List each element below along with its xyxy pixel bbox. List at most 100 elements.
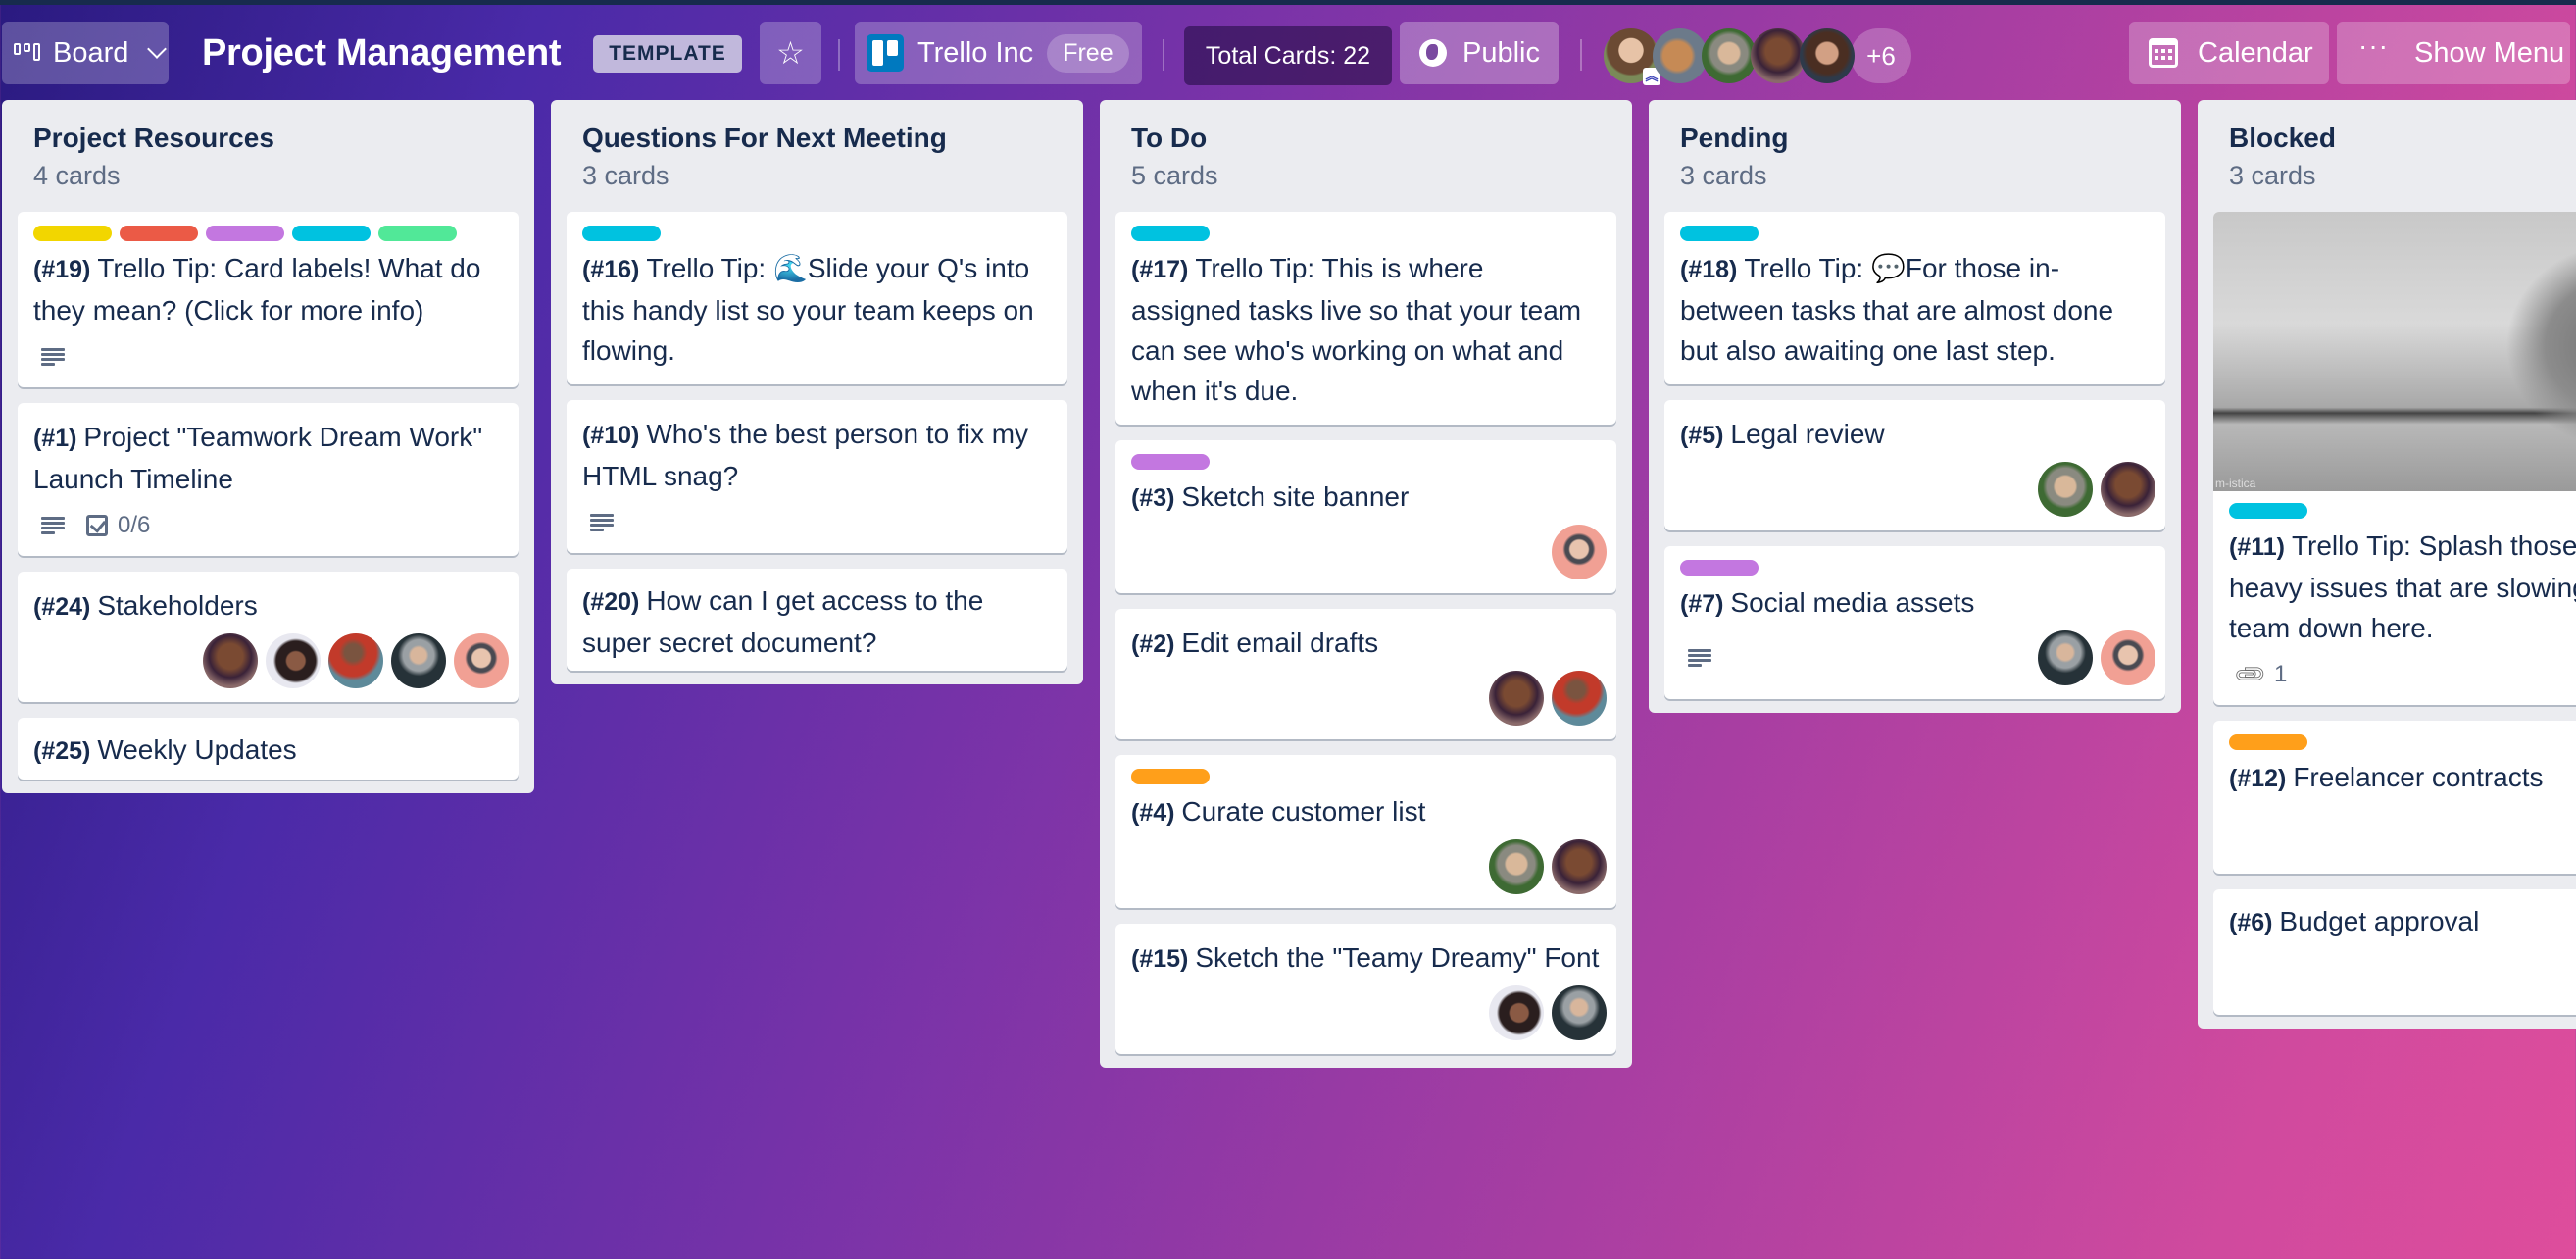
card-label[interactable] [2229,503,2307,519]
member-avatar-woman[interactable] [1489,839,1544,894]
member-avatar-man1[interactable] [1751,28,1806,83]
card[interactable]: (#19) Trello Tip: Card labels! What do t… [18,212,519,387]
list-project-resources: Project Resources 4 cards (#19) Trello Tip… [2,100,534,793]
card-list: m-istica (#11) Trello Tip: Splash those r… [2213,212,2576,1015]
card-title: (#2) Edit email drafts [1131,623,1601,665]
list-header[interactable]: To Do 5 cards [1115,100,1616,212]
card[interactable]: (#18) Trello Tip: 💬For those in-between … [1664,212,2165,384]
list-card-count: 3 cards [2229,161,2316,190]
divider [1163,39,1164,71]
card-badges [1680,641,1711,675]
card[interactable]: (#6) Budget approval [2213,889,2576,1015]
member-avatar-girl[interactable]: ︽ [1604,28,1660,85]
member-avatar-pink[interactable] [454,633,509,688]
calendar-button[interactable]: Calendar [2129,22,2329,84]
member-avatar-jacket[interactable] [391,633,446,688]
star-button[interactable]: ☆ [760,22,821,84]
card-title: (#3) Sketch site banner [1131,477,1601,519]
member-avatar-man1[interactable] [2101,462,2155,517]
card-label[interactable] [1680,560,1759,576]
card-labels [2229,503,2576,520]
card-label[interactable] [378,226,457,241]
list-title[interactable]: To Do [1131,120,1601,157]
member-avatar-man1[interactable] [203,633,258,688]
card[interactable]: (#15) Sketch the "Teamy Dreamy" Font [1115,924,1616,1054]
card-label[interactable] [33,226,112,241]
card-title-text: Sketch the "Teamy Dreamy" Font [1195,942,1600,973]
list-header[interactable]: Questions For Next Meeting 3 cards [567,100,1067,212]
card-title-text: Sketch site banner [1181,481,1410,512]
card-labels [1680,226,2150,242]
card-labels [1131,454,1601,471]
member-avatar-woman[interactable] [1702,28,1757,83]
list-header[interactable]: Pending 3 cards [1664,100,2165,212]
more-members-button[interactable]: +6 [1851,28,1911,83]
card-label[interactable] [1680,226,1759,241]
member-avatar-pink[interactable] [1552,525,1607,579]
card-label[interactable] [1131,769,1210,784]
view-switcher-button[interactable]: Board [2,22,169,84]
card[interactable]: (#16) Trello Tip: 🌊Slide your Q's into t… [567,212,1067,384]
card-labels [2229,734,2576,751]
card-label[interactable] [120,226,198,241]
card[interactable]: (#20) How can I get access to the super … [567,569,1067,671]
card[interactable]: (#17) Trello Tip: This is where assigned… [1115,212,1616,425]
card-number: (#10) [582,422,647,449]
list-title[interactable]: Pending [1680,120,2150,157]
card-title: (#16) Trello Tip: 🌊Slide your Q's into t… [582,248,1052,371]
card-number: (#4) [1131,799,1182,827]
list-title[interactable]: Project Resources [33,120,503,157]
member-avatar-woman[interactable] [2038,462,2093,517]
card[interactable]: (#10) Who's the best person to fix my HT… [567,400,1067,553]
visibility-button[interactable]: Public [1400,22,1559,84]
card-title-text: Trello Tip: This is where assigned tasks… [1131,253,1582,406]
card[interactable]: (#4) Curate customer list [1115,755,1616,908]
card-number: (#2) [1131,630,1182,658]
member-avatar-afro[interactable] [1489,985,1544,1040]
card-number: (#7) [1680,590,1731,618]
card-members [1489,839,1607,894]
member-avatar-horse[interactable] [1653,28,1708,83]
show-menu-button[interactable]: ··· Show Menu [2337,22,2570,84]
card[interactable]: (#5) Legal review [1664,400,2165,530]
member-avatar-man1[interactable] [1489,671,1544,726]
card[interactable]: (#7) Social media assets [1664,546,2165,699]
card[interactable]: (#3) Sketch site banner [1115,440,1616,593]
card-title: (#25) Weekly Updates [33,730,503,772]
member-avatar-plaid[interactable] [1552,671,1607,726]
member-avatar-jacket[interactable] [1552,985,1607,1040]
card-label[interactable] [206,226,284,241]
card[interactable]: m-istica (#11) Trello Tip: Splash those r… [2213,212,2576,705]
list-header[interactable]: Blocked 3 cards [2213,100,2576,212]
card[interactable]: (#12) Freelancer contracts [2213,721,2576,874]
card[interactable]: (#25) Weekly Updates [18,718,519,780]
board-title[interactable]: Project Management [202,28,562,77]
card-label[interactable] [1131,226,1210,241]
checklist-count: 0/6 [118,512,151,538]
card-labels [582,226,1052,242]
member-avatar-man1[interactable] [1552,839,1607,894]
card-cover-image: m-istica [2213,212,2576,491]
member-avatar-pink[interactable] [2101,630,2155,685]
list-header[interactable]: Project Resources 4 cards [18,100,519,212]
card-label[interactable] [2229,734,2307,750]
card-label[interactable] [582,226,661,241]
member-avatar-afro[interactable] [266,633,321,688]
card-title: (#10) Who's the best person to fix my HT… [582,414,1052,496]
card-number: (#17) [1131,256,1196,283]
card-label[interactable] [292,226,371,241]
member-avatar-jacket[interactable] [2038,630,2093,685]
card[interactable]: (#24) Stakeholders [18,572,519,702]
list-title[interactable]: Blocked [2229,120,2576,157]
card-label[interactable] [1131,454,1210,470]
card-labels [1131,769,1601,785]
description-icon [41,517,65,534]
list-title[interactable]: Questions For Next Meeting [582,120,1052,157]
card-title: (#18) Trello Tip: 💬For those in-between … [1680,248,2150,371]
list-card-count: 5 cards [1131,161,1218,190]
workspace-button[interactable]: Trello Inc Free [855,22,1142,84]
card[interactable]: (#1) Project "Teamwork Dream Work" Launc… [18,403,519,556]
card[interactable]: (#2) Edit email drafts [1115,609,1616,739]
member-avatar-beard[interactable] [1800,28,1855,83]
member-avatar-plaid[interactable] [328,633,383,688]
